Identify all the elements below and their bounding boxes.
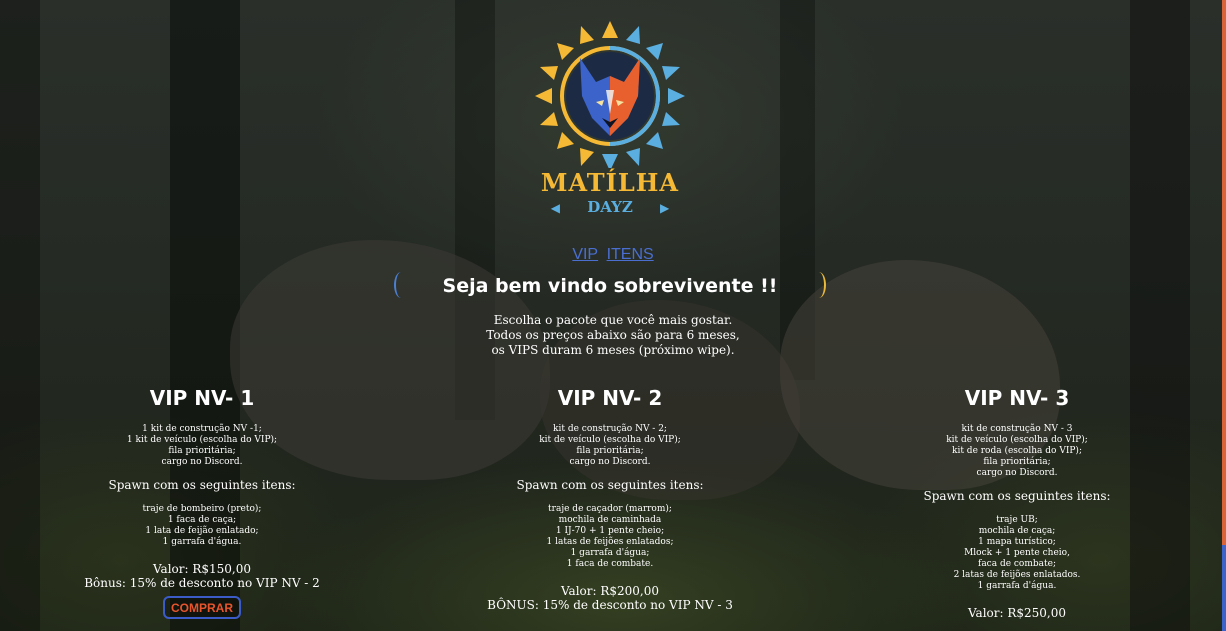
spawn-item: traje de caçador (marrom); [548,504,672,514]
package-vip-3: VIP NV- 3 kit de construção NV - 3 kit d… [857,386,1177,620]
nav-link-vip[interactable]: VIP [572,246,598,263]
perk-item: fila prioritária; [168,446,236,456]
logo-subtitle-text: DAYZ [587,198,633,216]
spawn-item: 1 garrafa d'água; [570,548,650,558]
perk-item: cargo no Discord. [161,457,243,467]
wolf-sun-icon [535,21,685,171]
intro-line: Todos os preços abaixo são para 6 meses, [486,328,740,342]
package-title: VIP NV- 3 [964,386,1070,410]
intro-line: os VIPS duram 6 meses (próximo wipe). [491,343,735,357]
spawn-item: 1 faca de caça; [167,515,237,525]
perk-item: fila prioritária; [576,446,644,456]
perk-item: cargo no Discord. [976,468,1058,478]
spawn-item: 1 garrafa d'água. [162,537,242,547]
spawn-item: mochila de caça; [978,526,1056,536]
spawn-items: traje de bombeiro (preto); 1 faca de caç… [42,504,362,548]
spawn-item: 1 mapa turístico; [978,537,1056,547]
perk-item: 1 kit de veículo (escolha do VIP); [126,435,278,445]
spawn-title: Spawn com os seguintes itens: [516,478,704,492]
spawn-title: Spawn com os seguintes itens: [923,489,1111,503]
arrow-right-icon: ▶ [660,201,670,215]
logo: MATÍLHA ◀ DAYZ ▶ [530,18,690,218]
perk-item: cargo no Discord. [569,457,651,467]
package-price: Valor: R$250,00 [857,606,1177,620]
package-perks: kit de construção NV - 3 kit de veículo … [857,424,1177,479]
package-price: Valor: R$200,00 BÔNUS: 15% de desconto n… [450,584,770,612]
bonus-text: Bônus: 15% de desconto no VIP NV - 2 [84,576,320,590]
buy-button[interactable]: COMPRAR [163,596,241,619]
perk-item: kit de roda (escolha do VIP); [952,446,1082,456]
spawn-item: 1 garrafa d'água. [977,581,1057,591]
spawn-item: 2 latas de feijões enlatados. [953,570,1081,580]
spawn-item: 1 faca de combate. [566,559,654,569]
perk-item: fila prioritária; [983,457,1051,467]
welcome-heading: Seja bem vindo sobrevivente !! [442,275,778,297]
scrollbar-thumb[interactable] [1222,545,1226,631]
perk-item: kit de construção NV - 2; [553,424,667,434]
spawn-item: traje de bombeiro (preto); [142,504,262,514]
logo-subtitle: ◀ DAYZ ▶ [530,198,690,216]
package-perks: 1 kit de construção NV -1; 1 kit de veíc… [42,424,362,468]
price-text: Valor: R$150,00 [152,562,252,576]
spawn-items: traje de caçador (marrom); mochila de ca… [450,504,770,570]
bracket-left-decoration [394,272,408,298]
logo-title: MATÍLHA [540,168,680,197]
bonus-text: BÔNUS: 15% de desconto no VIP NV - 3 [487,598,733,612]
spawn-item: faca de combate; [977,559,1056,569]
package-vip-2: VIP NV- 2 kit de construção NV - 2; kit … [450,386,770,612]
spawn-item: Mlock + 1 pente cheio, [964,548,1070,558]
package-price: Valor: R$150,00 Bônus: 15% de desconto n… [42,562,362,590]
spawn-items: traje UB; mochila de caça; 1 mapa turíst… [857,515,1177,592]
price-text: Valor: R$250,00 [967,606,1067,620]
spawn-item: 1 latas de feijões enlatados; [546,537,674,547]
nav-link-itens[interactable]: ITENS [607,246,654,263]
intro-line: Escolha o pacote que você mais gostar. [493,313,733,327]
spawn-item: traje UB; [996,515,1038,525]
welcome-banner: Seja bem vindo sobrevivente !! [394,272,826,300]
arrow-left-icon: ◀ [550,201,560,215]
perk-item: kit de construção NV - 3 [961,424,1073,434]
top-nav: VIP ITENS [0,246,1226,264]
spawn-title: Spawn com os seguintes itens: [108,478,296,492]
spawn-item: 1 IJ-70 + 1 pente cheio; [555,526,665,536]
spawn-item: mochila de caminhada [558,515,662,525]
price-text: Valor: R$200,00 [560,584,660,598]
package-title: VIP NV- 2 [557,386,663,410]
bracket-right-decoration [812,272,826,298]
intro-text: Escolha o pacote que você mais gostar. T… [0,313,1226,358]
perk-item: kit de veículo (escolha do VIP); [946,435,1088,445]
package-title: VIP NV- 1 [149,386,255,410]
spawn-item: 1 lata de feijão enlatado; [145,526,259,536]
perk-item: 1 kit de construção NV -1; [142,424,262,434]
package-perks: kit de construção NV - 2; kit de veículo… [450,424,770,468]
package-vip-1: VIP NV- 1 1 kit de construção NV -1; 1 k… [42,386,362,619]
perk-item: kit de veículo (escolha do VIP); [539,435,681,445]
